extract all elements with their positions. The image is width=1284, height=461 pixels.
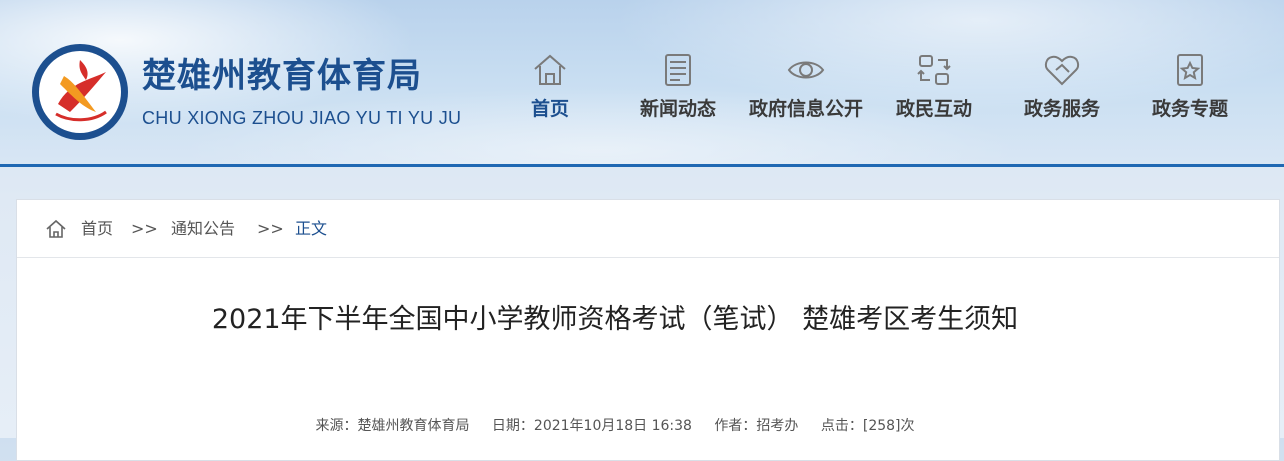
article-date: 日期：2021年10月18日 16:38 xyxy=(491,418,692,434)
interaction-icon xyxy=(917,55,951,85)
nav-item-services[interactable]: 政务服务 xyxy=(992,50,1132,130)
breadcrumb-separator: >> xyxy=(257,219,284,238)
main-nav: 首页 新闻动态 政府信息公开 政民互动 政务服务 政务专题 xyxy=(490,50,1260,130)
nav-label-gov-info: 政府信息公开 xyxy=(748,98,863,120)
article-author: 作者：招考办 xyxy=(714,418,799,434)
site-logo[interactable] xyxy=(30,42,130,142)
breadcrumb: 首页 >> 通知公告 >> 正文 xyxy=(17,200,1279,258)
site-subtitle: CHU XIONG ZHOU JIAO YU TI YU JU xyxy=(142,108,462,128)
nav-label-interaction: 政民互动 xyxy=(895,98,972,120)
nav-label-topics: 政务专题 xyxy=(1151,98,1228,120)
breadcrumb-section[interactable]: 通知公告 xyxy=(171,219,235,239)
home-icon xyxy=(534,54,566,85)
article-clicks: 点击：[258]次 xyxy=(820,418,915,434)
breadcrumb-home[interactable]: 首页 xyxy=(81,219,113,239)
star-document-icon xyxy=(1177,54,1203,86)
breadcrumb-home-icon[interactable] xyxy=(45,219,67,239)
breadcrumb-separator: >> xyxy=(131,219,158,238)
nav-label-home: 首页 xyxy=(530,98,569,120)
handshake-icon xyxy=(1044,55,1080,86)
nav-item-gov-info[interactable]: 政府信息公开 xyxy=(736,50,876,130)
article-title: 2021年下半年全国中小学教师资格考试（笔试） 楚雄考区考生须知 xyxy=(211,304,1019,335)
nav-item-interaction[interactable]: 政民互动 xyxy=(864,50,1004,130)
nav-item-topics[interactable]: 政务专题 xyxy=(1120,50,1260,130)
nav-item-news[interactable]: 新闻动态 xyxy=(608,50,748,130)
nav-label-services: 政务服务 xyxy=(1023,98,1100,120)
news-icon xyxy=(665,54,691,86)
article-meta: 来源：楚雄州教育体育局 日期：2021年10月18日 16:38 作者：招考办 … xyxy=(0,415,1230,435)
site-title: 楚雄州教育体育局 xyxy=(142,56,422,96)
nav-item-home[interactable]: 首页 xyxy=(480,50,620,130)
nav-label-news: 新闻动态 xyxy=(639,98,716,120)
article-source: 来源：楚雄州教育体育局 xyxy=(315,418,470,434)
eye-icon xyxy=(787,61,825,79)
header-divider xyxy=(0,164,1284,167)
breadcrumb-current: 正文 xyxy=(295,219,328,238)
